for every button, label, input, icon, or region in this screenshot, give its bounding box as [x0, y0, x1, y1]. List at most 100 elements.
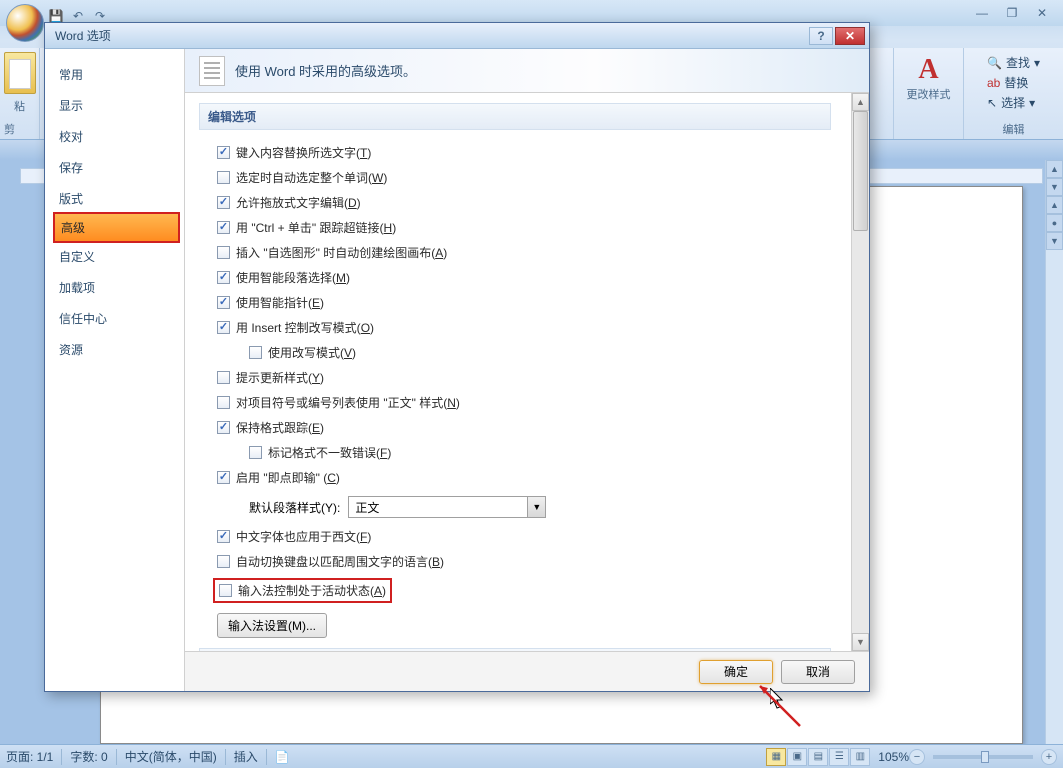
scroll-up-icon[interactable]: ▲	[1046, 160, 1063, 178]
macro-icon[interactable]: 📄	[275, 750, 290, 764]
scroll-down-icon[interactable]: ▼	[852, 633, 869, 651]
checkbox[interactable]	[217, 371, 230, 384]
checkbox[interactable]	[217, 321, 230, 334]
word-options-dialog: Word 选项 ? ✕ 常用显示校对保存版式高级自定义加载项信任中心资源 使用 …	[44, 22, 870, 692]
option-label: 使用智能段落选择(M)	[236, 269, 350, 286]
replace-button[interactable]: ab替换	[987, 74, 1040, 91]
nav-item-显示[interactable]: 显示	[45, 90, 184, 121]
option-label: 启用 "即点即输" (C)	[236, 469, 340, 486]
minimize-button[interactable]: —	[969, 4, 995, 22]
nav-item-校对[interactable]: 校对	[45, 121, 184, 152]
option-row: 用 "Ctrl + 单击" 跟踪超链接(H)	[199, 215, 831, 240]
checkbox[interactable]	[217, 246, 230, 259]
office-button[interactable]	[6, 4, 44, 42]
ime-option-row: 输入法控制处于活动状态(A)	[199, 574, 831, 607]
checkbox[interactable]	[249, 446, 262, 459]
option-label: 用 "Ctrl + 单击" 跟踪超链接(H)	[236, 219, 396, 236]
checkbox[interactable]	[217, 221, 230, 234]
option-label: 使用改写模式(V)	[268, 344, 356, 361]
checkbox[interactable]	[217, 555, 230, 568]
checkbox[interactable]	[249, 346, 262, 359]
clipboard-label: 剪	[4, 121, 15, 137]
zoom-in-button[interactable]: +	[1041, 749, 1057, 765]
dialog-scrollbar[interactable]: ▲ ▼	[851, 93, 869, 651]
replace-icon: ab	[987, 76, 1000, 90]
zoom-slider[interactable]	[933, 755, 1033, 759]
checkbox[interactable]	[217, 530, 230, 543]
cancel-button[interactable]: 取消	[781, 660, 855, 684]
option-label: 允许拖放式文字编辑(D)	[236, 194, 361, 211]
select-icon: ↖	[987, 96, 997, 110]
restore-button[interactable]: ❐	[999, 4, 1025, 22]
nav-item-信任中心[interactable]: 信任中心	[45, 303, 184, 334]
content-header: 使用 Word 时采用的高级选项。	[185, 49, 869, 93]
editing-label: 编辑	[1003, 121, 1025, 137]
word-count[interactable]: 字数: 0	[70, 748, 107, 765]
paste-icon[interactable]	[4, 52, 36, 94]
option-row: 用 Insert 控制改写模式(O)	[199, 315, 831, 340]
browse-object-icon[interactable]: ●	[1046, 214, 1063, 232]
dialog-close-button[interactable]: ✕	[835, 27, 865, 45]
status-bar: 页面: 1/1 字数: 0 中文(简体，中国) 插入 📄 ▦ ▣ ▤ ☰ ▥ 1…	[0, 744, 1063, 768]
nav-item-保存[interactable]: 保存	[45, 152, 184, 183]
header-icon	[199, 56, 225, 86]
nav-item-自定义[interactable]: 自定义	[45, 241, 184, 272]
option-row: 键入内容替换所选文字(T)	[199, 140, 831, 165]
close-button[interactable]: ✕	[1029, 4, 1055, 22]
zoom-level[interactable]: 105%	[878, 750, 909, 764]
dropdown-icon[interactable]: ▼	[528, 496, 546, 518]
option-label: 对项目符号或编号列表使用 "正文" 样式(N)	[236, 394, 460, 411]
page-status[interactable]: 页面: 1/1	[6, 748, 53, 765]
language-status[interactable]: 中文(简体，中国)	[125, 748, 217, 765]
scrollbar-thumb[interactable]	[853, 111, 868, 231]
draft-view[interactable]: ▥	[850, 748, 870, 766]
find-icon: 🔍	[987, 56, 1002, 70]
option-label: 中文字体也应用于西文(F)	[236, 528, 371, 545]
find-button[interactable]: 🔍查找 ▾	[987, 54, 1040, 71]
full-screen-view[interactable]: ▣	[787, 748, 807, 766]
scroll-down-icon[interactable]: ▼	[1046, 178, 1063, 196]
ime-settings-button[interactable]: 输入法设置(M)...	[217, 613, 327, 638]
select-button[interactable]: ↖选择 ▾	[987, 94, 1040, 111]
nav-item-版式[interactable]: 版式	[45, 183, 184, 214]
editing-section-header: 编辑选项	[199, 103, 831, 130]
paste-label: 粘	[14, 98, 25, 114]
checkbox[interactable]	[217, 271, 230, 284]
scroll-up-icon[interactable]: ▲	[852, 93, 869, 111]
help-button[interactable]: ?	[809, 27, 833, 45]
checkbox[interactable]	[217, 421, 230, 434]
nav-item-加载项[interactable]: 加载项	[45, 272, 184, 303]
dialog-content: 使用 Word 时采用的高级选项。 编辑选项 键入内容替换所选文字(T)选定时自…	[185, 49, 869, 691]
option-label: 键入内容替换所选文字(T)	[236, 144, 371, 161]
nav-item-常用[interactable]: 常用	[45, 59, 184, 90]
vertical-scrollbar[interactable]: ▲ ▼ ▲ ● ▼	[1045, 160, 1063, 744]
option-row: 保持格式跟踪(E)	[199, 415, 831, 440]
web-layout-view[interactable]: ▤	[808, 748, 828, 766]
print-layout-view[interactable]: ▦	[766, 748, 786, 766]
dialog-footer: 确定 取消	[185, 651, 869, 691]
option-label: 用 Insert 控制改写模式(O)	[236, 319, 374, 336]
checkbox[interactable]	[217, 471, 230, 484]
checkbox[interactable]	[217, 171, 230, 184]
styles-icon[interactable]: A	[918, 54, 938, 86]
dialog-titlebar[interactable]: Word 选项 ? ✕	[45, 23, 869, 49]
nav-item-高级[interactable]: 高级	[53, 212, 180, 243]
option-label: 使用智能指针(E)	[236, 294, 324, 311]
ime-checkbox[interactable]	[219, 584, 232, 597]
ok-button[interactable]: 确定	[699, 660, 773, 684]
checkbox[interactable]	[217, 396, 230, 409]
default-paragraph-select[interactable]: 正文 ▼	[348, 496, 546, 518]
outline-view[interactable]: ☰	[829, 748, 849, 766]
insert-mode[interactable]: 插入	[234, 748, 258, 765]
checkbox[interactable]	[217, 196, 230, 209]
checkbox[interactable]	[217, 296, 230, 309]
nav-item-资源[interactable]: 资源	[45, 334, 184, 365]
content-pane: 编辑选项 键入内容替换所选文字(T)选定时自动选定整个单词(W)允许拖放式文字编…	[185, 93, 851, 651]
header-text: 使用 Word 时采用的高级选项。	[235, 61, 416, 80]
next-page-icon[interactable]: ▼	[1046, 232, 1063, 250]
option-label: 自动切换键盘以匹配周围文字的语言(B)	[236, 553, 444, 570]
zoom-out-button[interactable]: −	[909, 749, 925, 765]
option-row: 标记格式不一致错误(F)	[199, 440, 831, 465]
checkbox[interactable]	[217, 146, 230, 159]
prev-page-icon[interactable]: ▲	[1046, 196, 1063, 214]
